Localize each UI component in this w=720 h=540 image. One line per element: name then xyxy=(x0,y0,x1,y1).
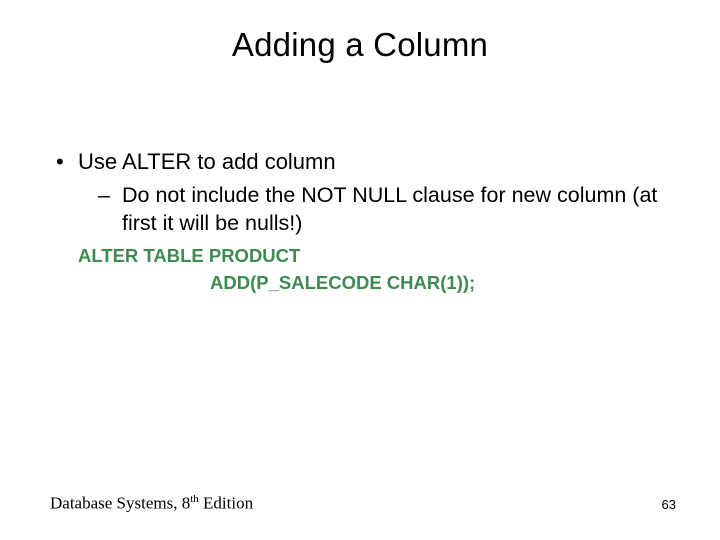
footer-text-suffix: Edition xyxy=(199,494,253,513)
code-line-2: ADD(P_SALECODE CHAR(1)); xyxy=(78,270,670,297)
bullet-level-1: Use ALTER to add column xyxy=(50,148,670,176)
sql-code-block: ALTER TABLE PRODUCT ADD(P_SALECODE CHAR(… xyxy=(50,243,670,297)
footer-text-prefix: Database Systems, 8 xyxy=(50,494,190,513)
bullet-level-2: Do not include the NOT NULL clause for n… xyxy=(50,182,670,237)
page-number: 63 xyxy=(662,497,676,512)
footer-source: Database Systems, 8th Edition xyxy=(50,493,253,514)
code-line-1: ALTER TABLE PRODUCT xyxy=(78,245,300,266)
footer-ordinal: th xyxy=(190,493,199,505)
slide-body: Use ALTER to add column Do not include t… xyxy=(50,148,670,297)
slide: Adding a Column Use ALTER to add column … xyxy=(0,0,720,540)
slide-title: Adding a Column xyxy=(0,26,720,64)
